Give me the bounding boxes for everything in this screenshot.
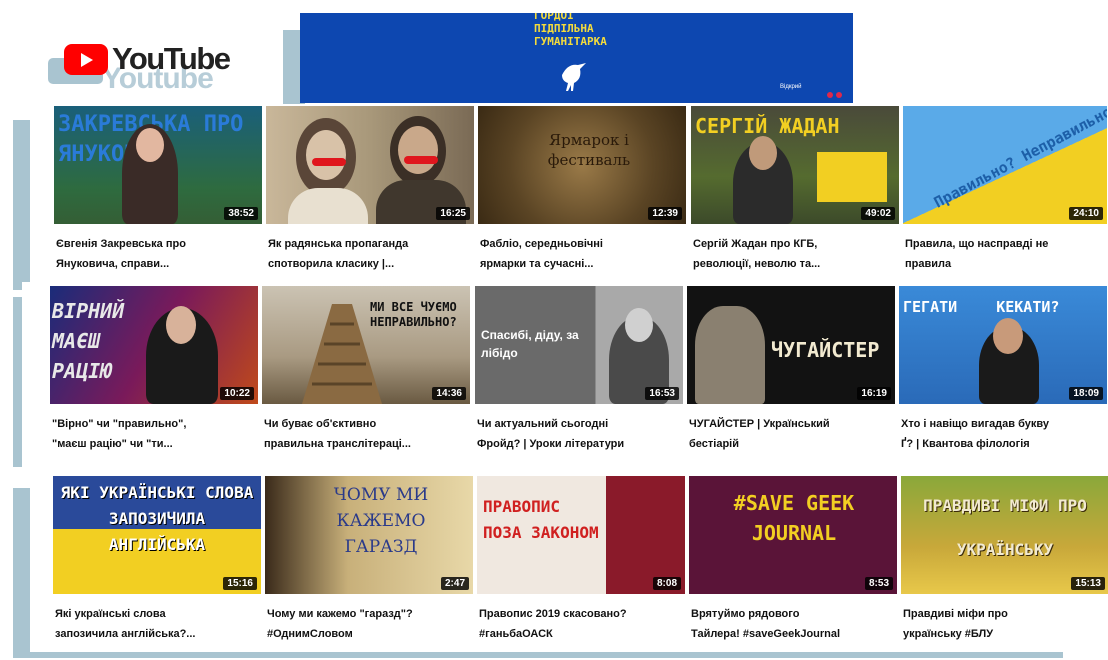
thumbnail-text: ЧУГАЙСТЕР (771, 338, 880, 362)
video-thumbnail[interactable]: СЕРГІЙ ЖАДАН 49:02 (691, 106, 899, 224)
video-title[interactable]: Хто і навіщо вигадав букву Ґ? | Квантова … (899, 414, 1107, 454)
red-mark (312, 158, 346, 166)
thumbnail-text: МИ ВСЕ ЧУЄМО НЕПРАВИЛЬНО? (370, 300, 457, 329)
video-thumbnail[interactable]: #SAVE GEEK JOURNAL 8:53 (689, 476, 897, 594)
thumbnail-text: #SAVE GEEK JOURNAL (733, 491, 855, 545)
video-thumbnail[interactable]: ПРАВДИВІ МІФИ ПРО УКРАЇНСЬКУ 15:13 (901, 476, 1108, 594)
video-thumbnail[interactable]: 16:25 (266, 106, 474, 224)
red-mark (404, 156, 438, 164)
banner-title: Гордої Підпільна Гуманітарка (534, 13, 607, 48)
banner-line-1: Гордої (534, 13, 574, 22)
video-thumbnail[interactable]: ЧУГАЙСТЕР 16:19 (687, 286, 895, 404)
video-duration: 10:22 (220, 387, 254, 400)
video-title[interactable]: Врятуймо рядового Тайлера! #saveGeekJourn… (689, 604, 897, 644)
crow-icon (562, 63, 586, 91)
video-thumbnail[interactable]: ЗАКРЕВСЬКА ПРО ЯНУКОВ 38:52 (54, 106, 262, 224)
video-duration: 38:52 (224, 207, 258, 220)
video-title[interactable]: Чому ми кажемо "гаразд"? #ОднимСловом (265, 604, 473, 644)
video-duration: 16:19 (857, 387, 891, 400)
video-title[interactable]: Чи буває об'єктивно правильна транслітера… (262, 414, 470, 454)
video-thumbnail[interactable]: ВІРНИЙ МАЄШ РАЦІЮ 10:22 (50, 286, 258, 404)
video-card[interactable]: СЕРГІЙ ЖАДАН 49:02 Сергій Жадан про КГБ,… (691, 106, 899, 274)
thumbnail-text: ЧОМУ МИ КАЖЕМО ГАРАЗД (333, 485, 429, 557)
thumbnail-text: Спасибі, діду, за лібідо (481, 328, 579, 360)
video-title[interactable]: Чи актуальний сьогодні Фройд? | Уроки літ… (475, 414, 683, 454)
video-title[interactable]: Сергій Жадан про КГБ, революції, неволю т… (691, 234, 899, 274)
thumbnail-text: Правильно? Неправильно? (930, 106, 1107, 212)
video-card[interactable]: ПРАВОПИС ПОЗА ЗАКОНОМ 8:08 Правопис 2019… (477, 476, 685, 644)
video-card[interactable]: ЧОМУ МИ КАЖЕМО ГАРАЗД 2:47 Чому ми кажем… (265, 476, 473, 644)
video-title[interactable]: Фабліо, середньовічні ярмарки та сучасні.… (478, 234, 686, 274)
play-icon (64, 43, 108, 75)
video-card[interactable]: МИ ВСЕ ЧУЄМО НЕПРАВИЛЬНО? 14:36 Чи буває… (262, 286, 470, 454)
video-card[interactable]: 16:25 Як радянська пропаганда спотворила … (266, 106, 474, 274)
video-card[interactable]: ГЕГАТИ КЕКАТИ? 18:09 Хто і навіщо вигада… (899, 286, 1107, 454)
banner-line-3: Гуманітарка (534, 35, 607, 48)
video-duration: 8:53 (864, 577, 893, 590)
thumbnail-text: Ярмарок і фестиваль (547, 131, 631, 169)
video-card[interactable]: Спасибі, діду, за лібідо 16:53 Чи актуал… (475, 286, 683, 454)
video-thumbnail[interactable]: ЧОМУ МИ КАЖЕМО ГАРАЗД 2:47 (265, 476, 473, 594)
thumbnail-text: ЯКІ УКРАЇНСЬКІ СЛОВА ЗАПОЗИЧИЛА АНГЛІЙСЬ… (60, 483, 254, 554)
channel-banner: Гордої Підпільна Гуманітарка Відкрий (300, 13, 853, 103)
thumbnail-text: ПРАВДИВІ МІФИ ПРО УКРАЇНСЬКУ (923, 496, 1087, 559)
video-title[interactable]: "Вірно" чи "правильно", "маєш рацію" чи "… (50, 414, 258, 454)
video-duration: 49:02 (861, 207, 895, 220)
video-thumbnail[interactable]: Правильно? Неправильно? 24:10 (903, 106, 1107, 224)
video-title[interactable]: Як радянська пропаганда спотворила класик… (266, 234, 474, 274)
video-duration: 12:39 (648, 207, 682, 220)
video-card[interactable]: ЧУГАЙСТЕР 16:19 ЧУГАЙСТЕР | Український б… (687, 286, 895, 454)
video-card[interactable]: Ярмарок і фестиваль 12:39 Фабліо, середн… (478, 106, 686, 274)
video-card[interactable]: Правильно? Неправильно? 24:10 Правила, щ… (903, 106, 1107, 274)
video-title[interactable]: Євгенія Закревська про Януковича, справи.… (54, 234, 262, 274)
video-title[interactable]: Правопис 2019 скасовано? #ганьбаОАСК (477, 604, 685, 644)
video-card[interactable]: ВІРНИЙ МАЄШ РАЦІЮ 10:22 "Вірно" чи "прав… (50, 286, 258, 454)
video-title[interactable]: Правила, що насправді не правила (903, 234, 1107, 274)
thumbnail-text: ПРАВОПИС ПОЗА ЗАКОНОМ (483, 497, 599, 542)
video-title[interactable]: Які українські слова запозичила англійськ… (53, 604, 261, 644)
video-duration: 24:10 (1069, 207, 1103, 220)
video-duration: 15:16 (223, 577, 257, 590)
banner-social-icons[interactable] (824, 85, 842, 103)
video-thumbnail[interactable]: МИ ВСЕ ЧУЄМО НЕПРАВИЛЬНО? 14:36 (262, 286, 470, 404)
video-title[interactable]: Правдиві міфи про українську #БЛУ (901, 604, 1108, 644)
video-thumbnail[interactable]: Спасибі, діду, за лібідо 16:53 (475, 286, 683, 404)
video-card[interactable]: ЯКІ УКРАЇНСЬКІ СЛОВА ЗАПОЗИЧИЛА АНГЛІЙСЬ… (53, 476, 261, 644)
logo-text: YouTube (112, 41, 231, 76)
thumbnail-text: ГЕГАТИ КЕКАТИ? (903, 298, 1060, 316)
video-thumbnail[interactable]: ЯКІ УКРАЇНСЬКІ СЛОВА ЗАПОЗИЧИЛА АНГЛІЙСЬ… (53, 476, 261, 594)
video-thumbnail[interactable]: Ярмарок і фестиваль 12:39 (478, 106, 686, 224)
video-card[interactable]: ПРАВДИВІ МІФИ ПРО УКРАЇНСЬКУ 15:13 Правд… (901, 476, 1108, 644)
banner-link[interactable]: Відкрий (780, 84, 802, 90)
thumbnail-text: СЕРГІЙ ЖАДАН (695, 114, 840, 138)
video-card[interactable]: #SAVE GEEK JOURNAL 8:53 Врятуймо рядовог… (689, 476, 897, 644)
video-duration: 2:47 (440, 577, 469, 590)
video-duration: 16:25 (436, 207, 470, 220)
video-thumbnail[interactable]: ГЕГАТИ КЕКАТИ? 18:09 (899, 286, 1107, 404)
video-duration: 18:09 (1069, 387, 1103, 400)
video-duration: 15:13 (1071, 577, 1105, 590)
video-duration: 16:53 (645, 387, 679, 400)
youtube-logo[interactable]: YouTube (64, 40, 231, 78)
video-thumbnail[interactable]: ПРАВОПИС ПОЗА ЗАКОНОМ 8:08 (477, 476, 685, 594)
video-duration: 8:08 (652, 577, 681, 590)
video-card[interactable]: ЗАКРЕВСЬКА ПРО ЯНУКОВ 38:52 Євгенія Закр… (54, 106, 262, 274)
video-title[interactable]: ЧУГАЙСТЕР | Український бестіарій (687, 414, 895, 454)
banner-line-2: Підпільна (534, 22, 594, 35)
video-duration: 14:36 (432, 387, 466, 400)
